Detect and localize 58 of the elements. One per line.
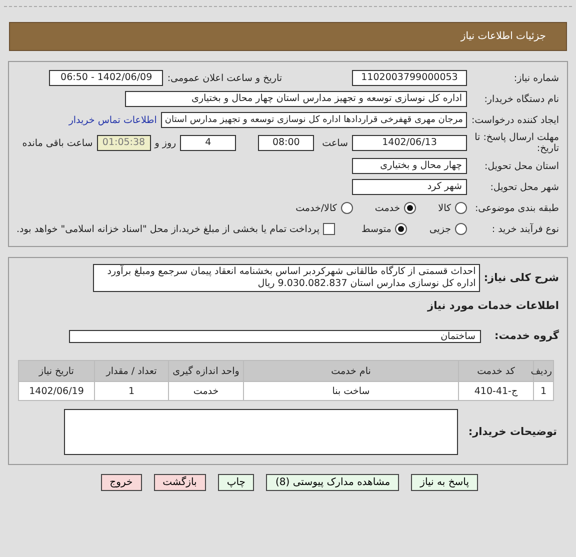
column-header: واحد اندازه گیری (168, 360, 244, 382)
field-label: استان محل تحویل: (483, 160, 559, 172)
buyer-org-field: اداره کل نوسازی توسعه و تجهیز مدارس استان چهار محال و بختیاری (125, 91, 467, 107)
field-label: نام دستگاه خریدار: (483, 94, 559, 104)
radio-button[interactable] (455, 202, 467, 214)
page-title: جزئیات اطلاعات نیاز (460, 31, 546, 42)
radio-button[interactable] (404, 202, 416, 214)
radio-label: خدمت (374, 202, 400, 214)
table-cell: 1 (534, 382, 554, 400)
radio-label: متوسط (361, 224, 392, 234)
field-label: گروه خدمت: (494, 330, 559, 342)
field-label: ایجاد کننده درخواست: (471, 114, 559, 126)
need-number-field: 1102003799000053 (352, 70, 467, 86)
table-cell: خدمت (168, 382, 244, 400)
field-label: ساعت باقی مانده (22, 138, 93, 148)
requester-field: مرجان مهری قهفرخی قراردادها اداره کل نوسازی توسعه و تجهیز مدارس استان (160, 112, 467, 128)
radio-button[interactable] (455, 223, 467, 235)
contact-link[interactable]: اطلاعات تماس خریدار (68, 114, 157, 126)
radio-label: کالا/خدمت (296, 202, 337, 214)
section-title: اطلاعات خدمات مورد نیاز (428, 300, 559, 312)
field-label: روز و (154, 138, 176, 148)
radio-button[interactable] (395, 223, 408, 235)
field-label: نوع فرآیند خرید : (490, 224, 559, 234)
field-label: مهلت ارسال پاسخ: تا تاریخ: (474, 132, 559, 154)
action-button[interactable]: پاسخ به نیاز (411, 474, 478, 491)
description-field: احداث قسمتی از کارگاه طالقانی شهرکردبر اساس بخشنامه انعقاد پیمان سرجمع ومبلغ برآورد اداره کل نوسازی مدارس استان 9.030.082.837 ریال (92, 264, 480, 292)
column-header: ردیف (534, 360, 554, 382)
radio-label: کالا (438, 202, 451, 214)
nav-button[interactable]: خروج (100, 474, 142, 491)
field-label: تاریخ و ساعت اعلان عمومی: (167, 72, 282, 84)
column-header: تعداد / مقدار (94, 360, 168, 382)
field-label: شماره نیاز: (512, 72, 559, 84)
table-cell: 1 (94, 382, 168, 400)
field-label: توضیحات خریدار: (468, 426, 557, 438)
city-field: شهر کرد (352, 179, 467, 195)
table-cell: 1402/06/19 (18, 382, 94, 400)
announce-date-field: 1402/06/09 - 06:50 (49, 70, 164, 86)
province-field: چهار محال و بختیاری (352, 158, 467, 174)
field-label: شرح کلی نیاز: (484, 272, 559, 284)
field-label: طبقه بندی موضوعی: (474, 202, 559, 214)
deadline-date-field: 1402/06/13 (352, 135, 467, 151)
days-field: 4 (180, 135, 236, 151)
table-cell: ج-41-410 (458, 382, 534, 400)
radio-button[interactable] (340, 202, 353, 214)
service-group-field: ساختمان (68, 330, 481, 342)
field-label: ساعت (322, 138, 348, 148)
action-button[interactable]: چاپ (218, 474, 254, 491)
field-label: شهر محل تحویل: (489, 182, 559, 192)
radio-label: جزیی (429, 224, 451, 234)
action-button[interactable]: مشاهده مدارک پیوستی (8) (266, 474, 400, 491)
checkbox[interactable] (323, 223, 336, 235)
column-header: تاریخ نیاز (18, 360, 94, 382)
deadline-time-field: 08:00 (258, 135, 314, 151)
table-cell: ساخت بنا (244, 382, 458, 400)
column-header: نام خدمت (244, 360, 458, 382)
checkbox-label: پرداخت تمام یا بخشی از مبلغ خرید،از محل "اسناد خزانه اسلامی" خواهد بود. (16, 224, 320, 234)
remaining-time-field: 01:05:38 (96, 135, 151, 151)
nav-button[interactable]: بازگشت (154, 474, 206, 491)
